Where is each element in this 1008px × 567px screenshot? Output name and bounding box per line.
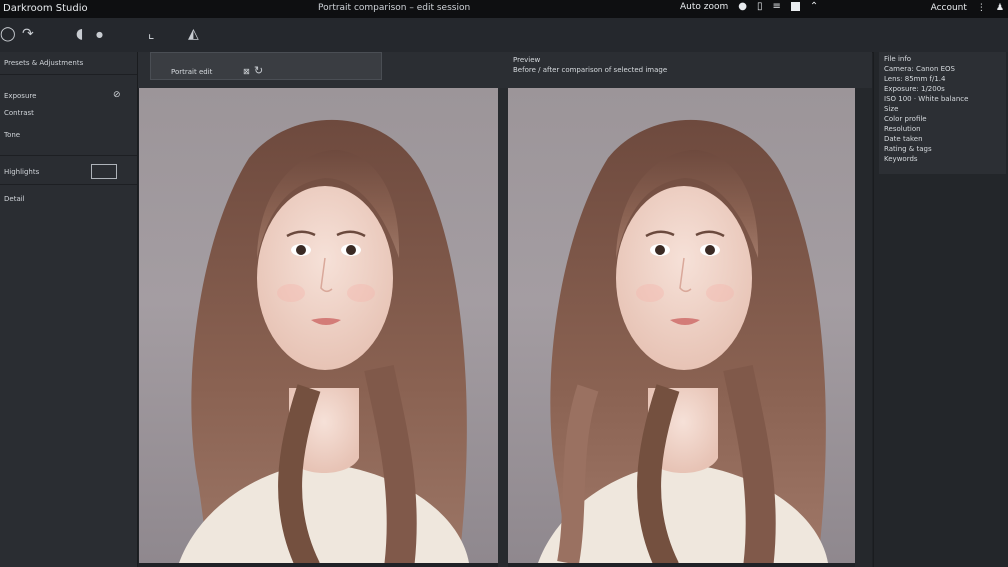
image-canvas-after[interactable] [508, 88, 855, 563]
zoom-label[interactable]: Auto zoom [680, 2, 728, 12]
title-tools: Auto zoom ● ▯ ≡ ⌃ [680, 1, 818, 12]
preview-title: Preview [513, 56, 541, 64]
refresh-icon[interactable]: ↻ [254, 64, 263, 77]
reset-icon[interactable]: ⊘ [113, 90, 121, 100]
title-bar: Darkroom Studio Portrait comparison – ed… [0, 0, 1008, 18]
preview-header: Preview Before / after comparison of sel… [500, 52, 872, 88]
document-icon[interactable]: ▯ [757, 1, 763, 12]
chevron-up-icon[interactable]: ⌃ [810, 1, 818, 12]
panel-item-contrast[interactable]: Contrast [4, 109, 34, 117]
crop-icon[interactable]: ⌞ [148, 26, 155, 42]
menu-icon[interactable]: ⋮ [977, 3, 986, 13]
prop-item: Rating & tags [884, 145, 932, 153]
tab-portrait-edit[interactable]: Portrait edit ⊠ [150, 52, 382, 80]
panel-divider [0, 74, 137, 75]
prop-item: Exposure: 1/200s [884, 85, 945, 93]
tag-icon[interactable]: ◖ [76, 26, 83, 42]
document-title: Portrait comparison – edit session [318, 3, 471, 13]
prop-item: Color profile [884, 115, 927, 123]
toolbar: ◯ ↷ ◖ ● ⌞ ◭ [0, 18, 1008, 53]
prop-item: Lens: 85mm f/1.4 [884, 75, 946, 83]
square-icon[interactable] [790, 2, 800, 11]
portrait-image [179, 119, 469, 563]
preview-subtitle: Before / after comparison of selected im… [513, 66, 668, 74]
open-icon[interactable]: ◯ [0, 26, 16, 42]
left-panel: Presets & Adjustments Exposure ⊘ Contras… [0, 52, 138, 567]
prop-item: Keywords [884, 155, 918, 163]
brush-icon[interactable]: ● [738, 1, 747, 12]
title-right: Account ⋮ ♟ [931, 3, 1004, 13]
split-divider[interactable] [498, 88, 508, 567]
image-canvas-before[interactable] [139, 88, 498, 563]
account-label[interactable]: Account [931, 3, 967, 13]
portrait-image [538, 119, 828, 563]
panel-divider [0, 155, 137, 156]
app-name: Darkroom Studio [3, 3, 88, 14]
panel-item-tone[interactable]: Tone [4, 131, 20, 139]
prop-item: File info [884, 55, 912, 63]
tab-bar: Portrait edit ⊠ ↻ [138, 52, 500, 88]
close-icon[interactable]: ⊠ [243, 67, 250, 76]
prop-item: Camera: Canon EOS [884, 65, 955, 73]
prop-item: ISO 100 · White balance [884, 95, 969, 103]
pen-icon[interactable]: ◭ [188, 26, 199, 42]
panel-divider [0, 184, 137, 185]
panel-item-detail[interactable]: Detail [4, 195, 25, 203]
scrollbar[interactable] [855, 88, 872, 567]
properties-card: File info Camera: Canon EOS Lens: 85mm f… [879, 52, 1006, 174]
dot-icon[interactable]: ● [96, 30, 103, 39]
panel-item-exposure[interactable]: Exposure [4, 92, 36, 100]
user-icon[interactable]: ♟ [996, 3, 1004, 13]
panel-item-highlights[interactable]: Highlights [4, 168, 39, 176]
export-icon[interactable]: ≡ [773, 1, 781, 12]
highlights-toggle[interactable] [91, 164, 117, 179]
properties-panel: File info Camera: Canon EOS Lens: 85mm f… [873, 52, 1008, 567]
tab-label: Portrait edit [171, 68, 213, 76]
panel-header: Presets & Adjustments [4, 59, 84, 67]
prop-item: Size [884, 105, 899, 113]
prop-item: Resolution [884, 125, 921, 133]
redo-icon[interactable]: ↷ [22, 26, 34, 42]
prop-item: Date taken [884, 135, 923, 143]
